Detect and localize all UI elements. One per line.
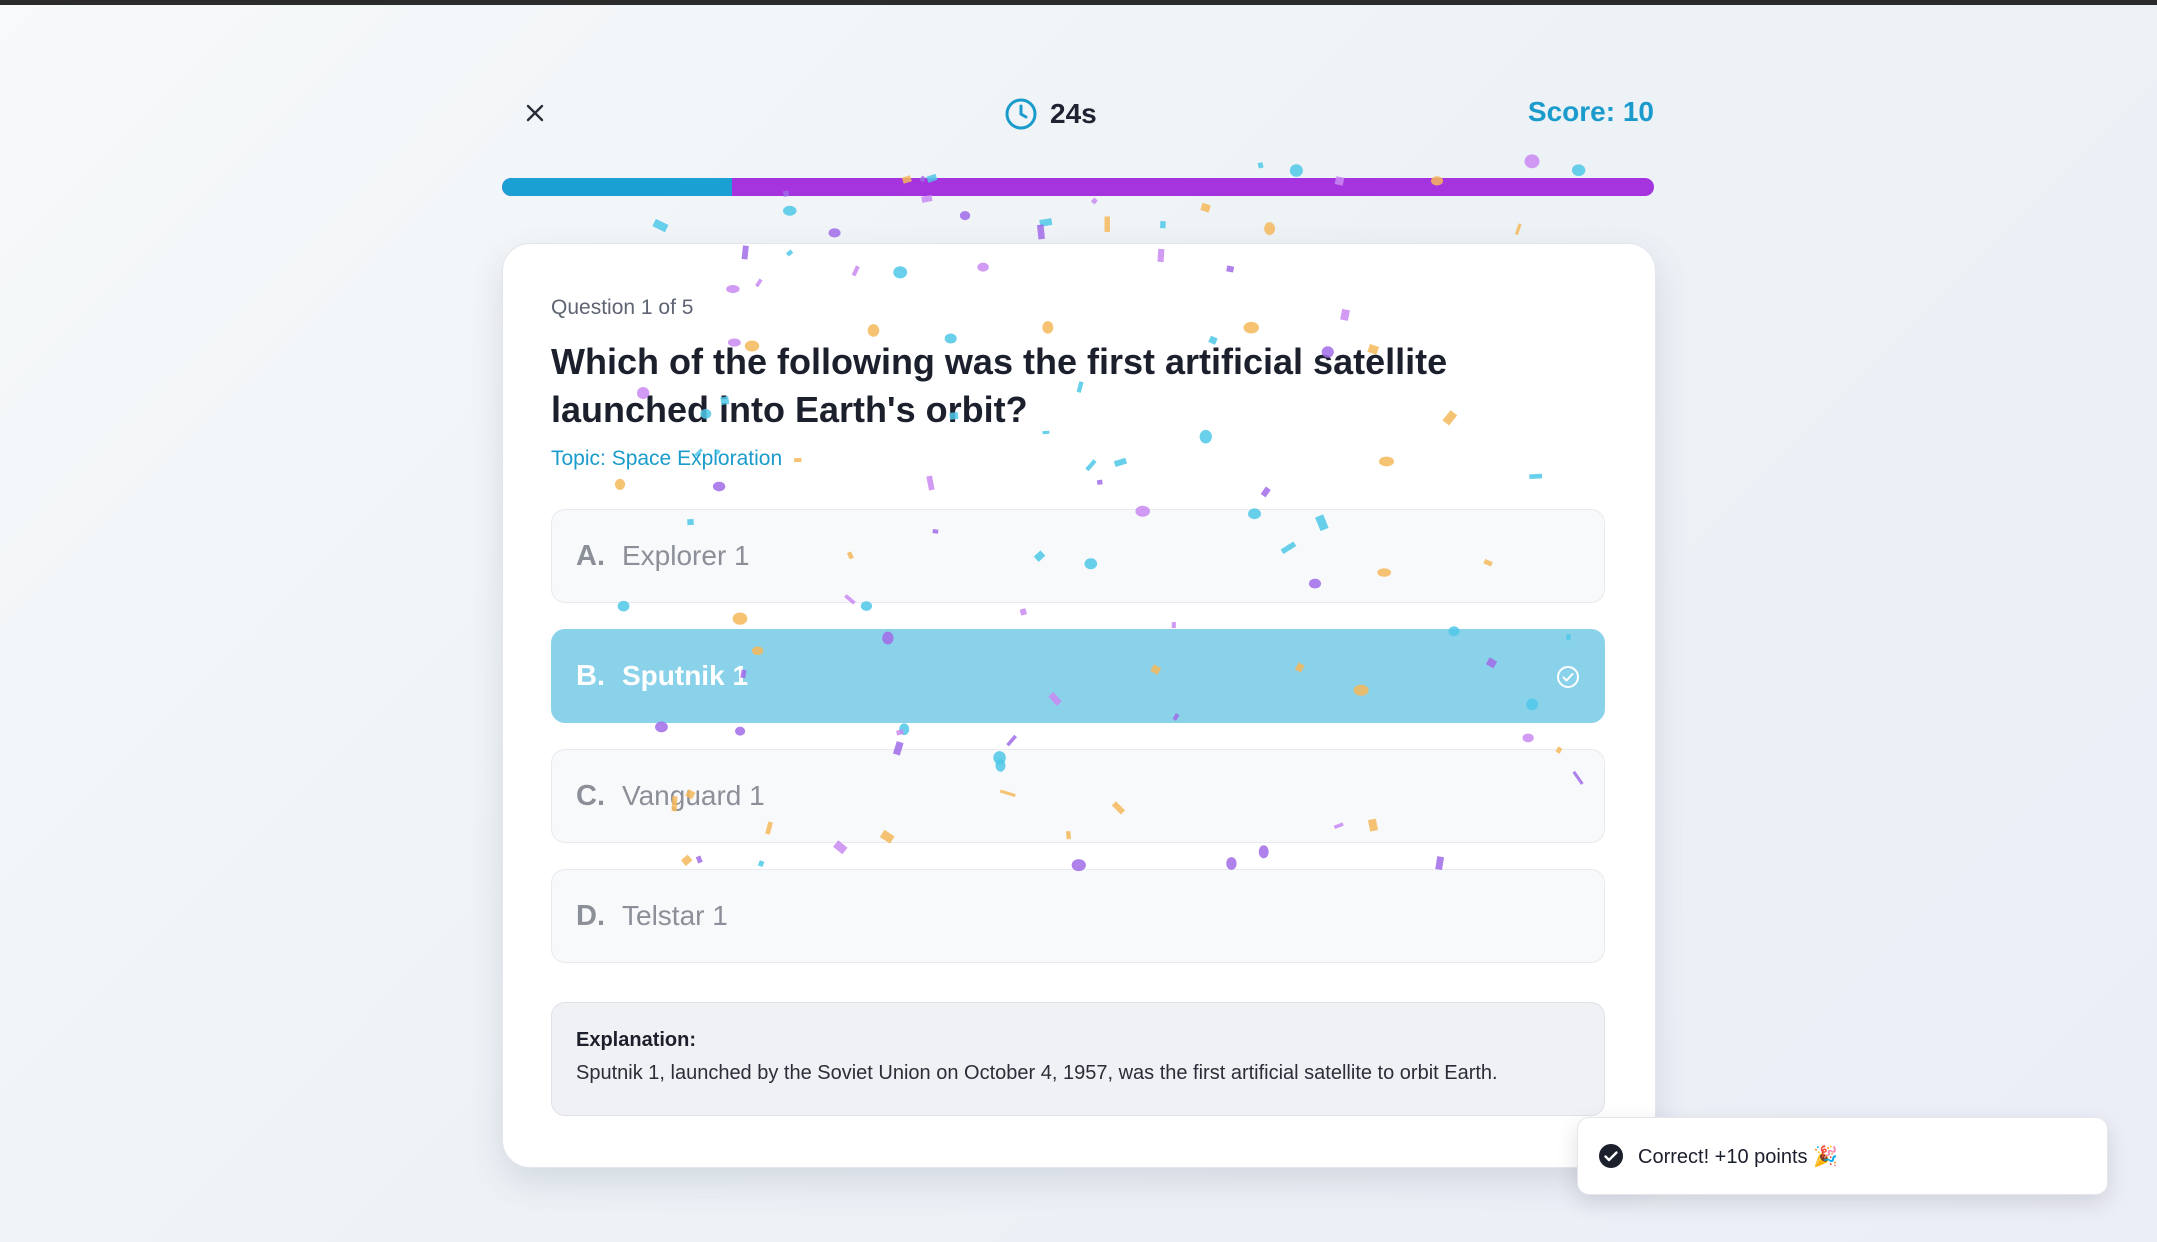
confetti-piece	[1200, 202, 1211, 213]
close-button[interactable]	[518, 96, 552, 130]
check-circle-icon	[1599, 1144, 1623, 1168]
toast-notification: Correct! +10 points 🎉	[1577, 1117, 2108, 1195]
confetti-piece	[1257, 162, 1264, 169]
confetti-piece	[1571, 164, 1586, 177]
confetti-piece	[1289, 164, 1303, 177]
timer-value: 24s	[1050, 98, 1097, 129]
confetti-piece	[1039, 218, 1053, 227]
confetti-piece	[1160, 221, 1166, 229]
option-label: Explorer 1	[622, 540, 750, 571]
option-a[interactable]: A. Explorer 1	[551, 509, 1605, 603]
confetti-piece	[1104, 216, 1110, 232]
question-counter: Question 1 of 5	[551, 296, 694, 319]
confetti-piece	[1524, 154, 1540, 169]
confetti-piece	[1036, 224, 1045, 240]
confetti-piece	[828, 228, 841, 238]
option-letter: C.	[576, 779, 605, 812]
score: Score: 10	[1528, 96, 1654, 128]
confetti-piece	[652, 218, 669, 233]
confetti-piece	[1090, 197, 1098, 205]
confetti-piece	[783, 205, 797, 216]
check-circle-icon	[1557, 666, 1579, 688]
option-d[interactable]: D. Telstar 1	[551, 869, 1605, 963]
option-b[interactable]: B. Sputnik 1	[551, 629, 1605, 723]
question-topic: Topic: Space Exploration	[551, 447, 783, 470]
option-label: Vanguard 1	[622, 780, 765, 811]
progress-fill	[502, 178, 733, 196]
confetti-piece	[1514, 223, 1522, 236]
option-letter: A.	[576, 539, 605, 572]
confetti-piece	[921, 194, 933, 203]
option-label: Telstar 1	[622, 900, 728, 931]
option-letter: D.	[576, 899, 605, 932]
confetti-piece	[959, 210, 971, 221]
progress-bar	[502, 178, 1654, 196]
option-letter: B.	[576, 659, 605, 692]
explanation-box: Explanation: Sputnik 1, launched by the …	[551, 1002, 1605, 1116]
quiz-header: 24s Score: 10	[502, 88, 1654, 138]
score-value: 10	[1622, 96, 1654, 127]
top-strip	[0, 0, 2157, 5]
explanation-title: Explanation:	[576, 1029, 697, 1051]
question-card: Question 1 of 5 Which of the following w…	[502, 243, 1656, 1168]
clock-icon	[1005, 98, 1037, 130]
confetti-piece	[1264, 222, 1276, 236]
score-label: Score:	[1527, 96, 1616, 127]
close-icon	[526, 104, 544, 122]
option-c[interactable]: C. Vanguard 1	[551, 749, 1605, 843]
explanation-text: Sputnik 1, launched by the Soviet Union …	[576, 1062, 1498, 1084]
option-label: Sputnik 1	[622, 660, 749, 691]
question-text: Which of the following was the first art…	[551, 341, 1448, 430]
timer: 24s	[1004, 92, 1097, 136]
toast-text: Correct! +10 points 🎉	[1638, 1145, 1838, 1168]
